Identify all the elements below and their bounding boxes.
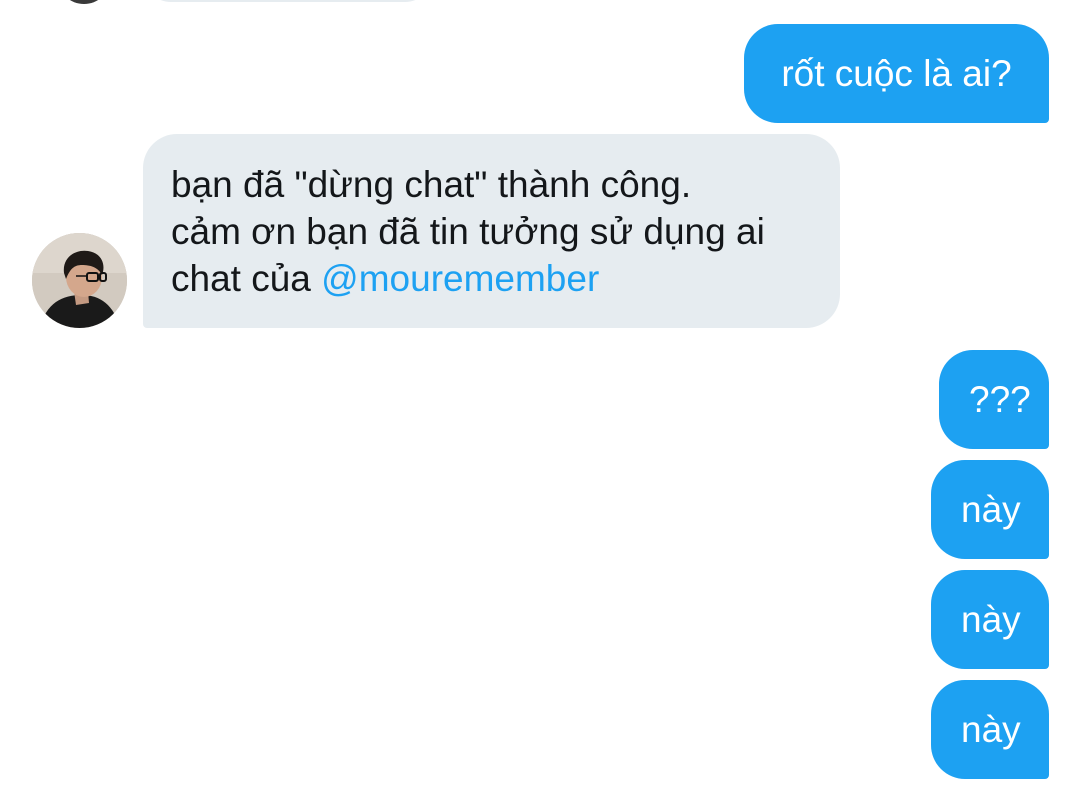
- contact-avatar[interactable]: [32, 233, 127, 328]
- mention-link[interactable]: @mouremember: [321, 258, 599, 299]
- message-text-line: cảm ơn bạn đã tin tưởng sử dụng ai: [171, 211, 765, 252]
- previous-avatar-partial: [58, 0, 110, 4]
- message-text: rốt cuộc là ai?: [781, 53, 1012, 94]
- message-text: này: [961, 489, 1021, 530]
- message-bubble-outgoing[interactable]: rốt cuộc là ai?: [744, 24, 1049, 123]
- message-text-line: bạn đã "dừng chat" thành công.: [171, 164, 692, 205]
- message-text: này: [961, 599, 1021, 640]
- message-bubble-incoming[interactable]: bạn đã "dừng chat" thành công. cảm ơn bạ…: [143, 134, 840, 328]
- message-text-line: chat của @mouremember: [171, 255, 812, 302]
- person-avatar-icon: [32, 233, 127, 328]
- message-bubble-outgoing[interactable]: này: [931, 680, 1049, 779]
- message-text: ???: [969, 379, 1031, 420]
- chat-thread: rốt cuộc là ai? bạn đã "dừng chat" thành…: [0, 0, 1079, 809]
- message-bubble-outgoing[interactable]: ???: [939, 350, 1049, 449]
- message-bubble-outgoing[interactable]: này: [931, 460, 1049, 559]
- message-bubble-outgoing[interactable]: này: [931, 570, 1049, 669]
- message-text: chat của: [171, 258, 322, 299]
- previous-message-bubble-partial[interactable]: [143, 0, 433, 2]
- message-text: này: [961, 709, 1021, 750]
